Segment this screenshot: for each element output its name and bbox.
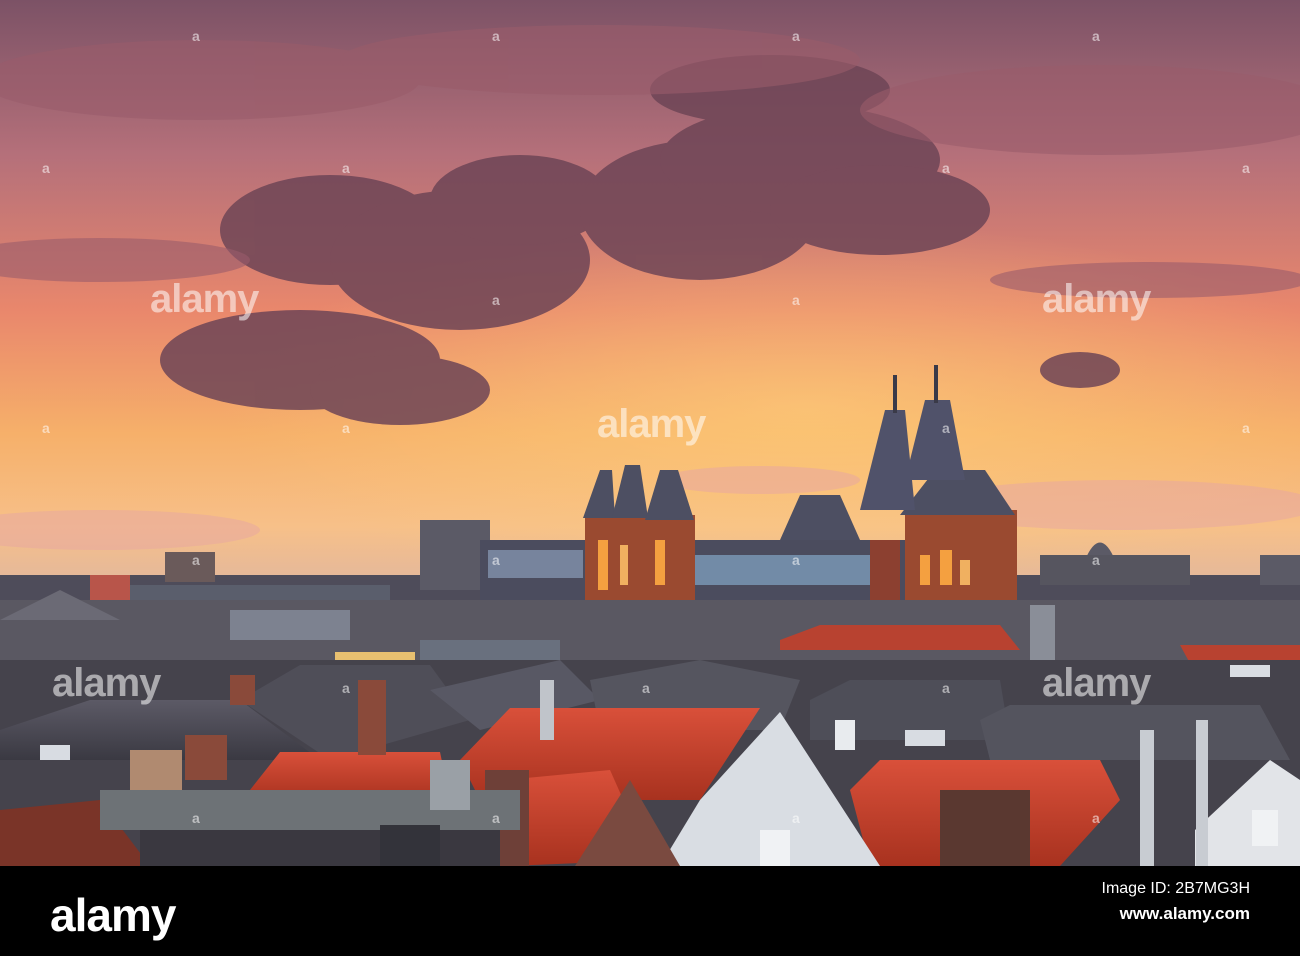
watermark-mark: a bbox=[1242, 160, 1250, 176]
watermark-mark: a bbox=[192, 810, 200, 826]
alamy-logo[interactable]: alamy bbox=[50, 888, 176, 942]
watermark-mark: a bbox=[792, 28, 800, 44]
watermark-mark: a bbox=[792, 292, 800, 308]
site-link[interactable]: www.alamy.com bbox=[1102, 904, 1250, 924]
watermark-left: alamy bbox=[150, 277, 259, 321]
watermark-mark: a bbox=[492, 810, 500, 826]
watermark-mark: a bbox=[792, 810, 800, 826]
watermark-mark: a bbox=[492, 28, 500, 44]
watermark-center: alamy bbox=[597, 402, 706, 446]
watermark-bottom-right: alamy bbox=[1042, 661, 1151, 705]
watermark-mark: a bbox=[642, 680, 650, 696]
alamy-footer-bar: alamy Image ID: 2B7MG3H www.alamy.com bbox=[0, 866, 1300, 956]
watermark-mark: a bbox=[1092, 810, 1100, 826]
watermark-mark: a bbox=[1092, 552, 1100, 568]
watermark-mark: a bbox=[42, 420, 50, 436]
watermark-mark: a bbox=[42, 160, 50, 176]
watermark-mark: a bbox=[1092, 28, 1100, 44]
watermark-mark: a bbox=[792, 552, 800, 568]
watermark-mark: a bbox=[492, 292, 500, 308]
amsterdam-sunset-photo: alamy alamy alamy alamy alamy a a a a a … bbox=[0, 0, 1300, 866]
watermark-right: alamy bbox=[1042, 277, 1151, 321]
watermark-mark: a bbox=[1242, 420, 1250, 436]
watermark-mark: a bbox=[342, 420, 350, 436]
image-id: Image ID: 2B7MG3H bbox=[1101, 880, 1251, 897]
watermark-mark: a bbox=[192, 28, 200, 44]
watermark-mark: a bbox=[942, 680, 950, 696]
watermark-mark: a bbox=[942, 420, 950, 436]
footer-info: Image ID: 2B7MG3H www.alamy.com bbox=[1102, 880, 1251, 924]
watermark-mark: a bbox=[192, 552, 200, 568]
watermark-mark: a bbox=[942, 160, 950, 176]
watermark-mark: a bbox=[492, 552, 500, 568]
stock-photo-page: alamy alamy alamy alamy alamy a a a a a … bbox=[0, 0, 1300, 956]
watermark-bottom-left: alamy bbox=[52, 661, 161, 705]
watermark-mark: a bbox=[342, 160, 350, 176]
watermark-mark: a bbox=[342, 680, 350, 696]
